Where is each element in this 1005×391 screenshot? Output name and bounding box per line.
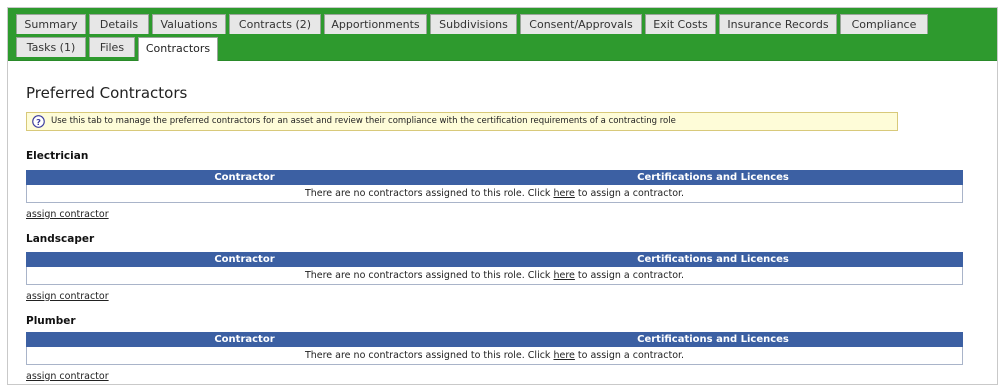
empty-row: There are no contractors assigned to thi… (26, 267, 963, 285)
tab-files[interactable]: Files (89, 37, 135, 57)
empty-message-text: There are no contractors assigned to thi… (304, 270, 554, 281)
table-header: Contractor Certifications and Licences (26, 252, 963, 267)
column-header-contractor: Contractor (214, 254, 275, 265)
assign-here-link[interactable]: here (553, 270, 574, 281)
tab-tasks[interactable]: Tasks (1) (16, 37, 86, 57)
assign-here-link[interactable]: here (553, 350, 574, 361)
tab-row-2: Tasks (1) Files Contractors (16, 37, 218, 61)
empty-message-text-end: to assign a contractor. (574, 188, 685, 199)
info-banner: ? Use this tab to manage the preferred c… (26, 112, 898, 131)
info-text: Use this tab to manage the preferred con… (51, 116, 676, 126)
contractors-table-plumber: Contractor Certifications and Licences T… (26, 332, 963, 365)
empty-message-text: There are no contractors assigned to thi… (304, 188, 554, 199)
tab-summary[interactable]: Summary (16, 14, 86, 34)
page-title: Preferred Contractors (26, 84, 188, 102)
assign-contractor-link-plumber[interactable]: assign contractor (26, 371, 109, 382)
tab-details[interactable]: Details (89, 14, 149, 34)
column-header-contractor: Contractor (214, 172, 275, 183)
table-header: Contractor Certifications and Licences (26, 332, 963, 347)
tab-row-1: Summary Details Valuations Contracts (2)… (16, 14, 928, 34)
tab-contracts[interactable]: Contracts (2) (229, 14, 321, 34)
tab-valuations[interactable]: Valuations (152, 14, 226, 34)
empty-message-text-end: to assign a contractor. (574, 350, 685, 361)
role-title-electrician: Electrician (26, 150, 89, 162)
tab-insurance-records[interactable]: Insurance Records (719, 14, 837, 34)
column-header-certifications: Certifications and Licences (637, 172, 789, 183)
empty-row: There are no contractors assigned to thi… (26, 347, 963, 365)
role-title-plumber: Plumber (26, 315, 76, 327)
tab-subdivisions[interactable]: Subdivisions (430, 14, 517, 34)
tab-contractors[interactable]: Contractors (138, 37, 218, 61)
tab-bar: Summary Details Valuations Contracts (2)… (8, 8, 997, 61)
assign-contractor-link-landscaper[interactable]: assign contractor (26, 291, 109, 302)
column-header-certifications: Certifications and Licences (637, 254, 789, 265)
assign-contractor-link-electrician[interactable]: assign contractor (26, 209, 109, 220)
help-icon: ? (32, 115, 45, 128)
assign-here-link[interactable]: here (553, 188, 574, 199)
table-header: Contractor Certifications and Licences (26, 170, 963, 185)
role-title-landscaper: Landscaper (26, 233, 95, 245)
empty-message-text: There are no contractors assigned to thi… (304, 350, 554, 361)
tab-compliance[interactable]: Compliance (840, 14, 928, 34)
tab-consent-approvals[interactable]: Consent/Approvals (520, 14, 642, 34)
column-header-contractor: Contractor (214, 334, 275, 345)
contractors-table-electrician: Contractor Certifications and Licences T… (26, 170, 963, 203)
tab-apportionments[interactable]: Apportionments (324, 14, 427, 34)
contractors-table-landscaper: Contractor Certifications and Licences T… (26, 252, 963, 285)
column-header-certifications: Certifications and Licences (637, 334, 789, 345)
svg-text:?: ? (36, 117, 41, 127)
empty-message-text-end: to assign a contractor. (574, 270, 685, 281)
empty-row: There are no contractors assigned to thi… (26, 185, 963, 203)
tab-exit-costs[interactable]: Exit Costs (645, 14, 716, 34)
main-frame: Summary Details Valuations Contracts (2)… (7, 7, 998, 385)
